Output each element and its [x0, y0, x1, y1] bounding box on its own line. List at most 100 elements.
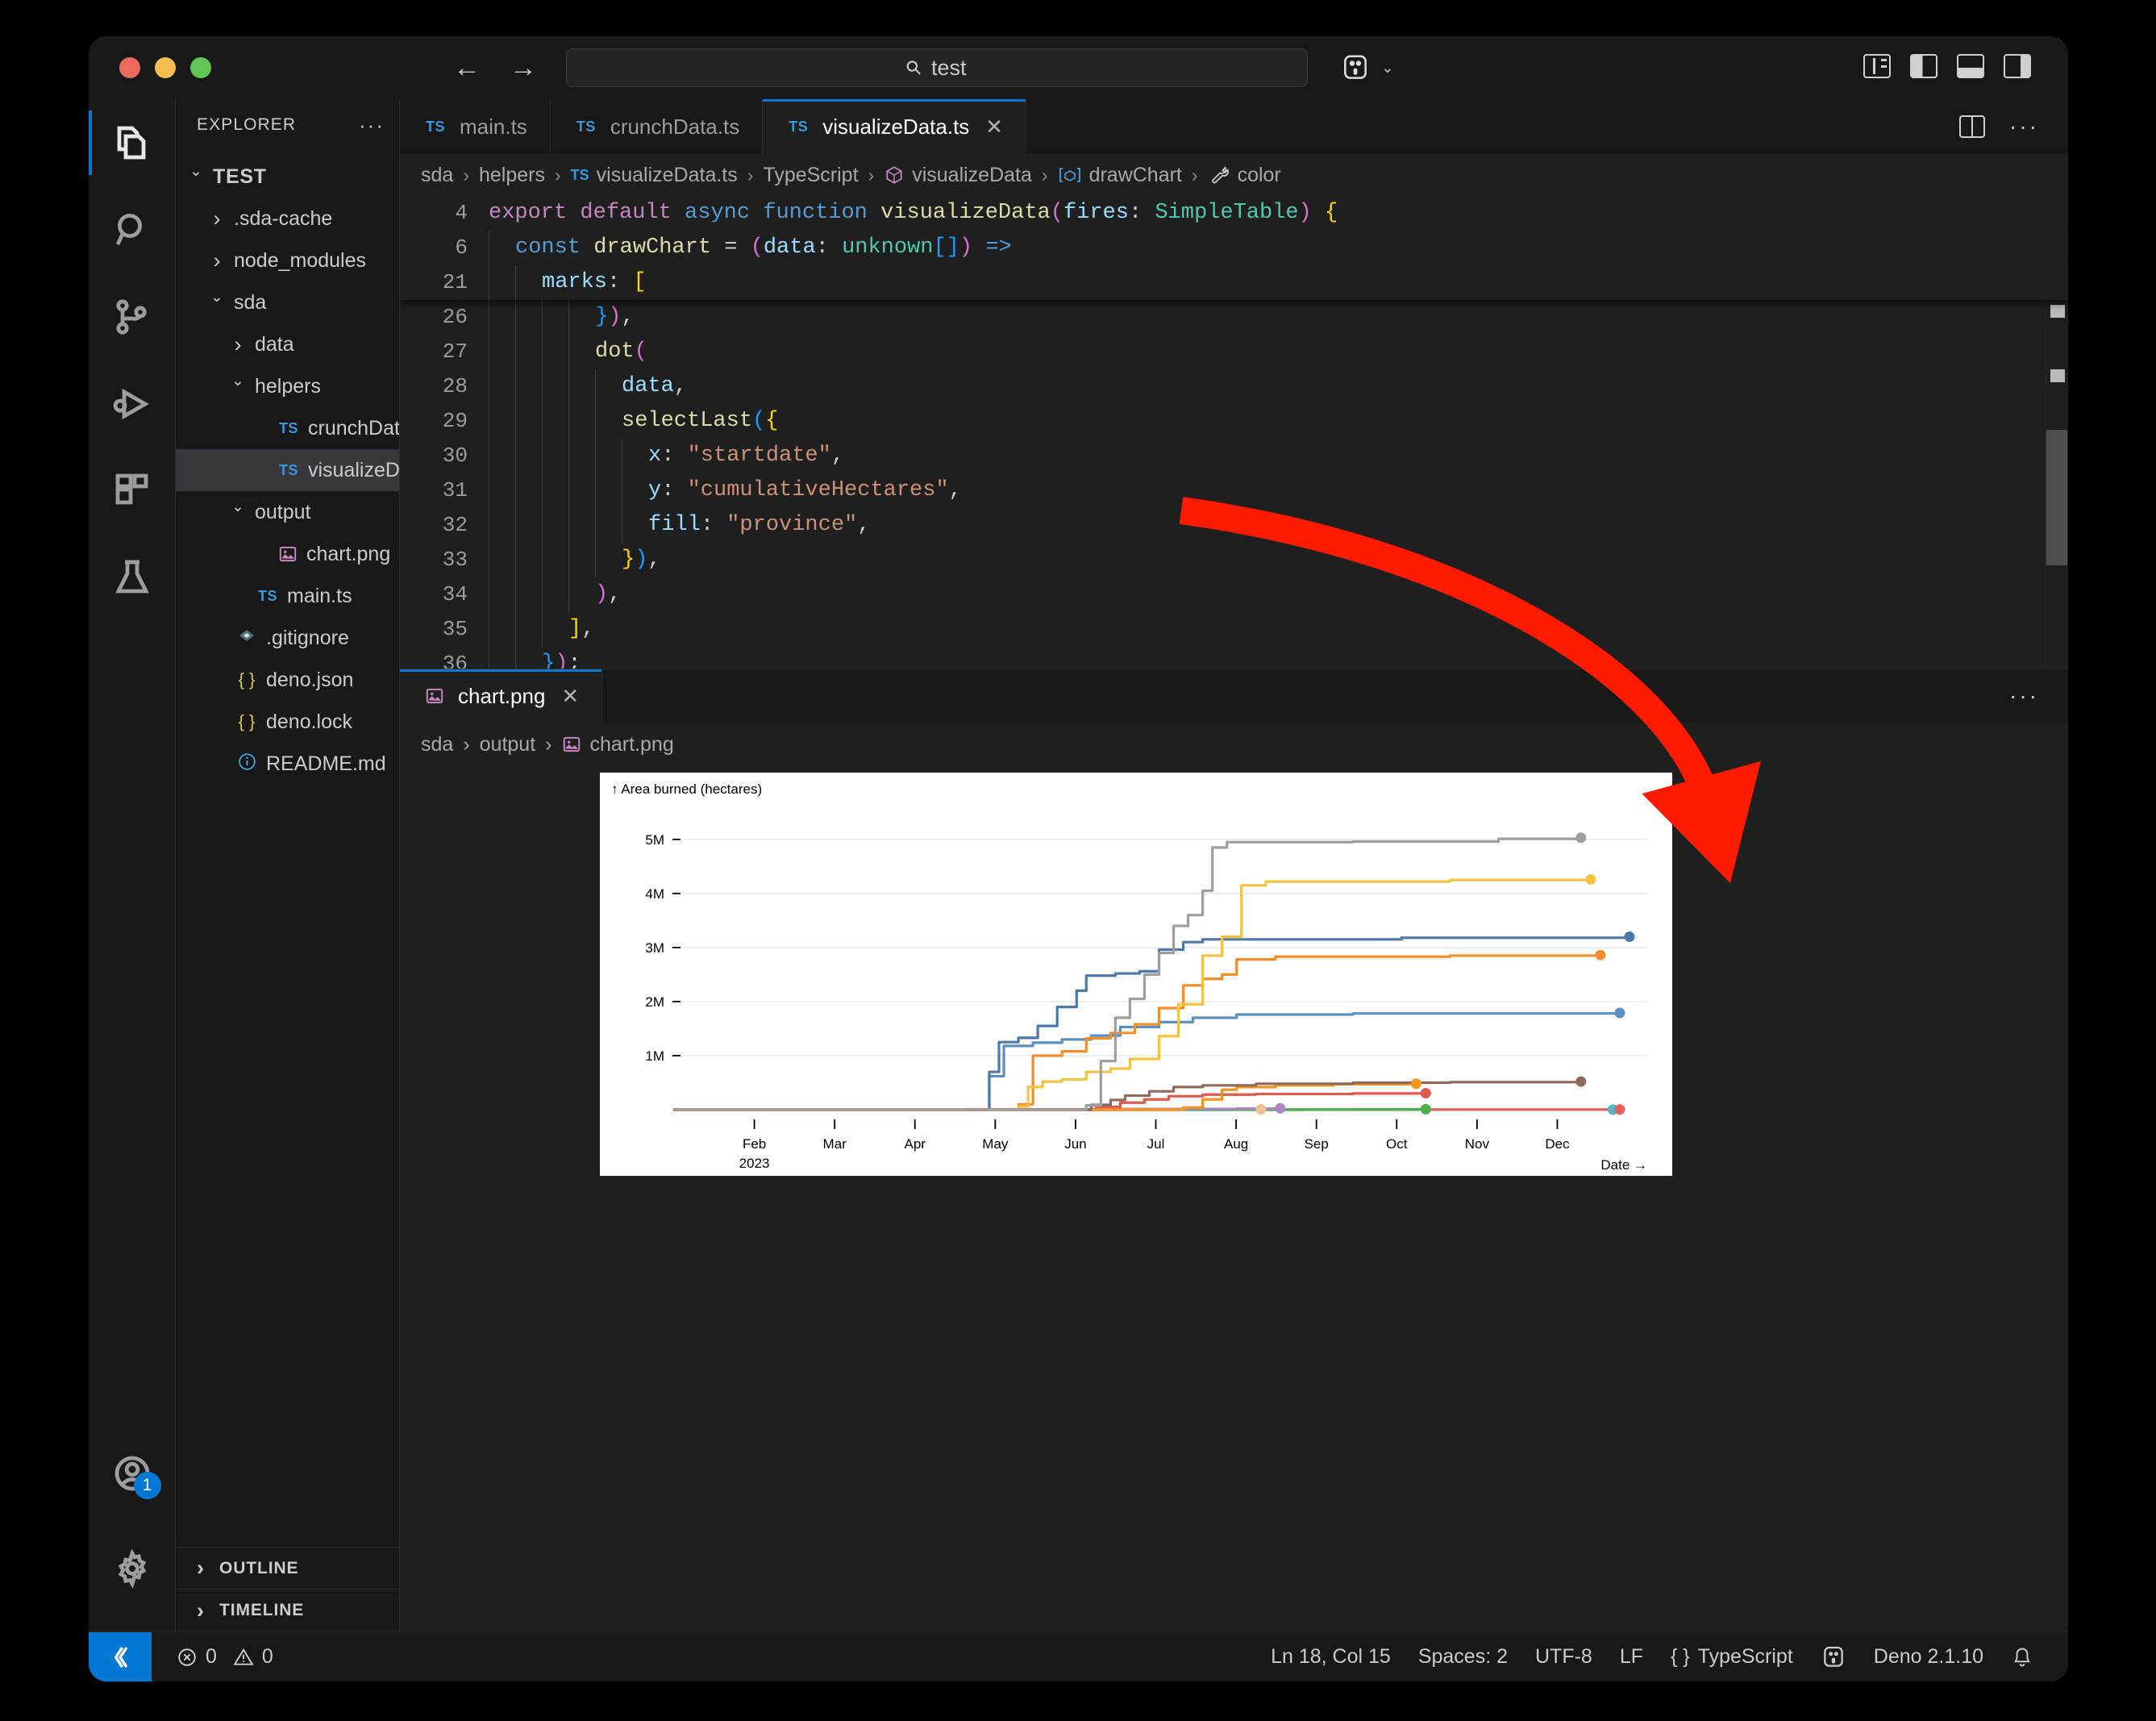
- code-line[interactable]: 4 export default async function visualize…: [400, 196, 2068, 231]
- chevron-down-icon[interactable]: [227, 503, 248, 522]
- code-line[interactable]: 26}),: [400, 300, 2068, 335]
- command-center-search[interactable]: ⚲ test: [566, 48, 1308, 87]
- tab-crunchdata-ts[interactable]: TS crunchData.ts: [550, 99, 764, 154]
- breadcrumb-item[interactable]: color: [1208, 164, 1281, 187]
- tab-chart-png[interactable]: chart.png ✕: [400, 669, 603, 723]
- chevron-right-icon[interactable]: [206, 206, 227, 231]
- breadcrumb-item[interactable]: sda: [421, 164, 453, 187]
- language-mode[interactable]: { } TypeScript: [1657, 1632, 1807, 1682]
- remote-window-button[interactable]: [89, 1631, 152, 1681]
- minimize-window-button[interactable]: [155, 57, 176, 78]
- sidebar-item-testing[interactable]: [89, 535, 176, 622]
- tree-item-readme-md[interactable]: README.md: [176, 743, 399, 785]
- image-preview[interactable]: ↑ Area burned (hectares) 1M 2M 3M 4M 5M Feb 202…: [400, 766, 2068, 1631]
- sidebar-item-search[interactable]: [89, 186, 176, 273]
- breadcrumb-item[interactable]: helpers: [479, 164, 545, 187]
- chevron-down-icon[interactable]: ⌄: [1377, 59, 1398, 77]
- deno-status[interactable]: [1807, 1632, 1860, 1682]
- window-controls[interactable]: [119, 57, 211, 78]
- runtime-version[interactable]: Deno 2.1.10: [1860, 1632, 1997, 1682]
- code-line[interactable]: 29 selectLast({: [400, 404, 2068, 439]
- preview-more-actions-icon[interactable]: ···: [2009, 683, 2039, 709]
- tree-item--gitignore[interactable]: .gitignore: [176, 617, 399, 659]
- preview-tab-actions[interactable]: ···: [2009, 669, 2068, 723]
- code-line[interactable]: 32 fill: "province",: [400, 508, 2068, 543]
- search-input-text[interactable]: test: [931, 56, 967, 81]
- eol[interactable]: LF: [1606, 1632, 1657, 1682]
- editor-tabs[interactable]: TS main.ts TS crunchData.ts TS visualize…: [400, 99, 2068, 154]
- code-line[interactable]: 27 dot(: [400, 335, 2068, 369]
- tree-item-helpers[interactable]: helpers: [176, 365, 399, 407]
- code-line[interactable]: 36});: [400, 647, 2068, 669]
- chevron-down-icon[interactable]: [227, 377, 248, 396]
- tree-item-output[interactable]: output: [176, 491, 399, 533]
- code-lines[interactable]: 26}), 27 dot(28 data, 29 selectLast({30 x: "st…: [400, 300, 2068, 669]
- tree-item-main-ts[interactable]: TS main.ts: [176, 575, 399, 617]
- chevron-right-icon[interactable]: [227, 332, 248, 357]
- scrollbar-thumb[interactable]: [2046, 430, 2067, 565]
- breadcrumb[interactable]: sda › helpers › TS visualizeData.ts › TypeScrip…: [400, 154, 2068, 196]
- toggle-panel-icon[interactable]: [1957, 54, 1984, 78]
- editor-tab-actions[interactable]: ···: [1959, 99, 2068, 154]
- cursor-position[interactable]: Ln 18, Col 15: [1257, 1632, 1405, 1682]
- close-icon[interactable]: ✕: [561, 684, 579, 709]
- accounts-button[interactable]: 1: [89, 1430, 176, 1517]
- notifications-button[interactable]: [1997, 1632, 2047, 1682]
- maximize-window-button[interactable]: [190, 57, 211, 78]
- editor-more-actions-icon[interactable]: ···: [2009, 114, 2039, 140]
- tree-item-chart-png[interactable]: chart.png: [176, 533, 399, 575]
- tree-item-sda[interactable]: sda: [176, 281, 399, 323]
- tab-main-ts[interactable]: TS main.ts: [400, 99, 551, 154]
- tree-item--sda-cache[interactable]: .sda-cache: [176, 198, 399, 240]
- navigation-arrows[interactable]: ← →: [453, 54, 537, 81]
- breadcrumb-item[interactable]: drawChart: [1058, 164, 1182, 187]
- preview-tabs[interactable]: chart.png ✕ ···: [400, 669, 2068, 723]
- indentation[interactable]: Spaces: 2: [1405, 1632, 1521, 1682]
- sidebar-item-explorer[interactable]: [89, 99, 176, 186]
- panel-timeline[interactable]: TIMELINE: [176, 1590, 399, 1631]
- tree-item-data[interactable]: data: [176, 323, 399, 365]
- breadcrumb-item[interactable]: TypeScript: [763, 164, 858, 187]
- sidebar-item-run-debug[interactable]: [89, 360, 176, 448]
- forward-arrow-icon[interactable]: →: [510, 54, 537, 81]
- file-tree[interactable]: TEST .sda-cache node_modulessda data helpers…: [176, 151, 399, 1547]
- toggle-secondary-sidebar-icon[interactable]: [2004, 54, 2031, 78]
- customize-layout-icon[interactable]: [1863, 54, 1891, 78]
- code-line[interactable]: 31 y: "cumulativeHectares",: [400, 473, 2068, 508]
- sidebar-item-source-control[interactable]: [89, 273, 176, 360]
- chevron-down-icon[interactable]: [185, 168, 206, 186]
- chevron-down-icon[interactable]: [206, 294, 227, 312]
- remote-indicator-button[interactable]: ⌄: [1340, 52, 1398, 83]
- breadcrumb-item[interactable]: chart.png: [561, 733, 674, 756]
- code-line[interactable]: 35],: [400, 612, 2068, 647]
- split-editor-icon[interactable]: [1959, 115, 1986, 138]
- tree-item-crunchdata-ts[interactable]: TS crunchData.ts: [176, 407, 399, 449]
- back-arrow-icon[interactable]: ←: [453, 54, 481, 81]
- preview-breadcrumb[interactable]: sda › output › chart.png: [400, 723, 2068, 766]
- tree-item-test[interactable]: TEST: [176, 156, 399, 198]
- tree-item-deno-json[interactable]: { } deno.json: [176, 659, 399, 701]
- tree-item-node-modules[interactable]: node_modules: [176, 240, 399, 281]
- breadcrumb-item[interactable]: output: [480, 733, 536, 756]
- code-editor[interactable]: 4 export default async function visualize…: [400, 196, 2068, 669]
- problems-status[interactable]: 0 0: [163, 1632, 287, 1682]
- layout-controls[interactable]: [1863, 54, 2031, 78]
- close-icon[interactable]: ✕: [985, 115, 1003, 140]
- code-line[interactable]: 34),: [400, 577, 2068, 612]
- breadcrumb-item[interactable]: visualizeData: [884, 164, 1032, 187]
- code-line[interactable]: 28 data,: [400, 369, 2068, 404]
- close-window-button[interactable]: [119, 57, 140, 78]
- panel-outline[interactable]: OUTLINE: [176, 1548, 399, 1590]
- breadcrumb-item[interactable]: sda: [421, 733, 453, 756]
- breadcrumb-item[interactable]: TS visualizeData.ts: [571, 164, 738, 187]
- encoding[interactable]: UTF-8: [1521, 1632, 1606, 1682]
- manage-settings-button[interactable]: [89, 1525, 176, 1612]
- code-line[interactable]: 6 const drawChart = (data: unknown[]) =>: [400, 231, 2068, 265]
- sidebar-item-extensions[interactable]: [89, 448, 176, 535]
- toggle-primary-sidebar-icon[interactable]: [1910, 54, 1937, 78]
- code-line[interactable]: 21 marks: [: [400, 265, 2068, 300]
- code-line[interactable]: 30 x: "startdate",: [400, 439, 2068, 473]
- code-line[interactable]: 33}),: [400, 543, 2068, 577]
- tree-item-visualizedata-ts[interactable]: TS visualizeData.ts: [176, 449, 399, 491]
- chevron-right-icon[interactable]: [206, 248, 227, 273]
